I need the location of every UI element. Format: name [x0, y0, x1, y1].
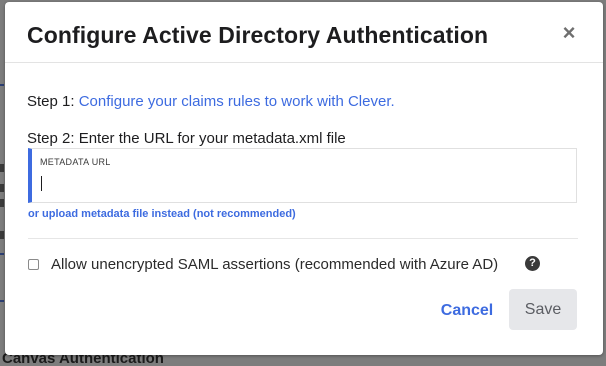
cancel-button[interactable]: Cancel [435, 295, 499, 327]
metadata-url-input[interactable] [38, 173, 570, 193]
background-text-fragment [0, 199, 4, 207]
claims-rules-link[interactable]: Configure your claims rules to work with… [79, 93, 395, 110]
configure-ad-auth-modal: Configure Active Directory Authenticatio… [5, 2, 603, 355]
text-cursor [41, 176, 42, 191]
background-text-fragment [0, 164, 4, 172]
modal-header: Configure Active Directory Authenticatio… [5, 2, 603, 63]
modal-title: Configure Active Directory Authenticatio… [27, 22, 489, 48]
divider [28, 238, 578, 239]
background-link-fragment [0, 253, 4, 255]
metadata-url-label: METADATA URL [40, 157, 111, 167]
unencrypted-saml-label[interactable]: Allow unencrypted SAML assertions (recom… [51, 256, 498, 273]
step-1-prefix: Step 1: [27, 93, 79, 110]
background-text-fragment [0, 184, 4, 192]
upload-metadata-file-link[interactable]: or upload metadata file instead (not rec… [28, 208, 296, 220]
background-link-fragment [0, 84, 4, 86]
metadata-url-field[interactable]: METADATA URL [28, 148, 577, 203]
close-icon[interactable]: × [561, 22, 577, 44]
help-icon[interactable]: ? [525, 256, 540, 271]
save-button[interactable]: Save [509, 289, 577, 330]
step-2-text: Step 2: Enter the URL for your metadata.… [27, 130, 346, 147]
background-text-fragment [0, 231, 4, 239]
unencrypted-saml-checkbox[interactable] [28, 259, 39, 270]
background-link-fragment [0, 300, 4, 302]
step-1-text: Step 1: Configure your claims rules to w… [27, 93, 395, 110]
